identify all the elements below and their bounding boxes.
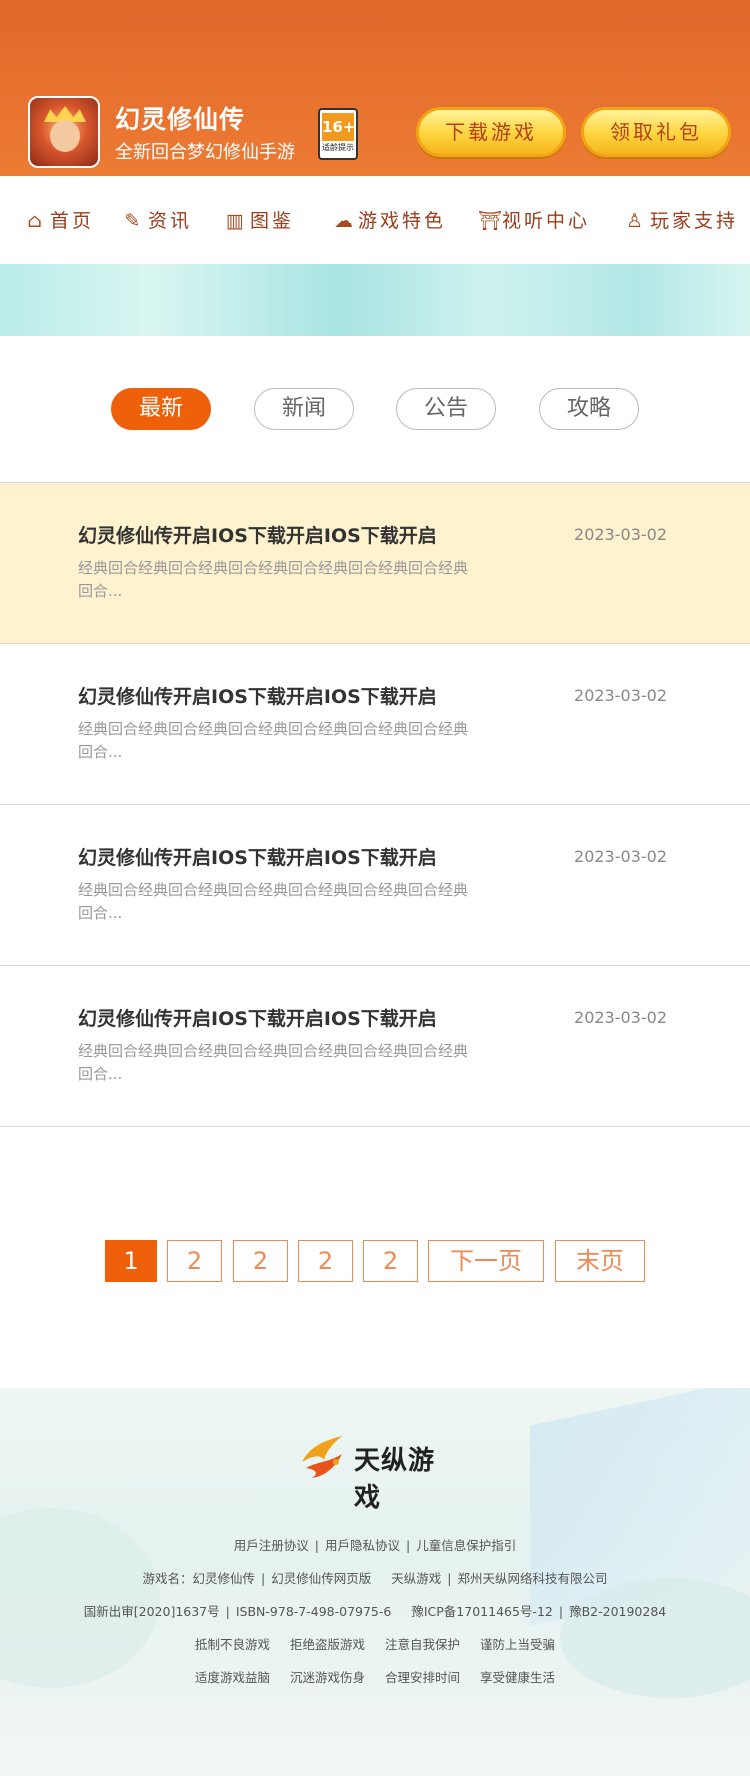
article-date: 2023-03-02: [574, 686, 667, 705]
tab-guides[interactable]: 攻略: [539, 388, 639, 430]
book-icon: ▥: [226, 210, 247, 232]
nav-item-handbook[interactable]: ▥ 图鉴: [226, 206, 294, 234]
cloud-icon: ☁: [334, 210, 356, 232]
article-title[interactable]: 幻灵修仙传开启IOS下载开启IOS下载开启: [78, 843, 437, 870]
nav-item-home[interactable]: ⌂ 首页: [26, 206, 94, 234]
child-protection-link[interactable]: 儿童信息保护指引: [416, 1535, 516, 1554]
article-title[interactable]: 幻灵修仙传开启IOS下载开启IOS下载开启: [78, 521, 437, 548]
article-date: 2023-03-02: [574, 525, 667, 544]
list-item[interactable]: 幻灵修仙传开启IOS下载开启IOS下载开启 2023-03-02 经典回合经典回…: [0, 643, 750, 805]
article-date: 2023-03-02: [574, 847, 667, 866]
person-icon: ♙: [626, 210, 647, 232]
user-agreement-link[interactable]: 用戶注册协议: [234, 1535, 309, 1554]
site-header: 幻灵修仙传 全新回合梦幻修仙手游 16+ 适龄提示 下载游戏 领取礼包: [0, 0, 750, 176]
footer-links: 用戶注册协议 | 用戶隐私协议 | 儿童信息保护指引: [0, 1535, 750, 1554]
site-footer: 天纵游戏 用戶注册协议 | 用戶隐私协议 | 儿童信息保护指引 游戏名：幻灵修仙传 | 幻灵…: [0, 1388, 750, 1776]
tab-latest[interactable]: 最新: [111, 388, 211, 430]
phoenix-logo-icon: [302, 1436, 342, 1478]
page-button[interactable]: 2: [233, 1240, 288, 1282]
brand-name: 天纵游戏: [354, 1446, 436, 1513]
app-subtitle: 全新回合梦幻修仙手游: [115, 142, 295, 163]
brand-logo[interactable]: 天纵游戏: [296, 1432, 456, 1513]
list-item[interactable]: 幻灵修仙传开启IOS下载开启IOS下载开启 2023-03-02 经典回合经典回…: [0, 482, 750, 644]
footer-health-notice: 适度游戏益脑 沉迷游戏伤身 合理安排时间 享受健康生活: [194, 1670, 556, 1685]
page-button[interactable]: 2: [363, 1240, 418, 1282]
footer-license-info: 国新出审[2020]1637号 | ISBN-978-7-498-07975-6 豫I…: [83, 1604, 667, 1619]
age-rating-badge: 16+ 适龄提示: [318, 108, 358, 160]
tab-announcements[interactable]: 公告: [396, 388, 496, 430]
list-item[interactable]: 幻灵修仙传开启IOS下载开启IOS下载开启 2023-03-02 经典回合经典回…: [0, 804, 750, 966]
decorative-banner: [0, 264, 750, 336]
page-button[interactable]: 2: [167, 1240, 222, 1282]
article-summary: 经典回合经典回合经典回合经典回合经典回合经典回合经典回合...: [78, 720, 469, 761]
article-title[interactable]: 幻灵修仙传开启IOS下载开启IOS下载开启: [78, 682, 437, 709]
gate-icon: ⛩: [478, 210, 506, 232]
list-item[interactable]: 幻灵修仙传开启IOS下载开启IOS下载开启 2023-03-02 经典回合经典回…: [0, 965, 750, 1127]
claim-gift-button[interactable]: 领取礼包: [581, 107, 731, 157]
home-icon: ⌂: [27, 210, 45, 232]
last-page-button[interactable]: 末页: [555, 1240, 645, 1282]
character-face: [50, 120, 80, 152]
page-button[interactable]: 2: [298, 1240, 353, 1282]
page-button-current[interactable]: 1: [105, 1240, 157, 1282]
scroll-icon: ✎: [124, 210, 144, 232]
article-summary: 经典回合经典回合经典回合经典回合经典回合经典回合经典回合...: [78, 559, 469, 600]
age-rating-number: 16+: [322, 113, 355, 141]
age-rating-note: 适龄提示: [322, 143, 354, 152]
download-game-button[interactable]: 下载游戏: [416, 107, 566, 157]
nav-item-news[interactable]: ✎ 资讯: [124, 206, 192, 234]
article-title[interactable]: 幻灵修仙传开启IOS下载开启IOS下载开启: [78, 1004, 437, 1031]
article-summary: 经典回合经典回合经典回合经典回合经典回合经典回合经典回合...: [78, 881, 469, 922]
next-page-button[interactable]: 下一页: [428, 1240, 544, 1282]
footer-health-notice: 抵制不良游戏 拒绝盗版游戏 注意自我保护 谨防上当受骗: [194, 1637, 556, 1652]
tab-news[interactable]: 新闻: [254, 388, 354, 430]
app-icon[interactable]: [28, 96, 100, 168]
app-title: 幻灵修仙传: [115, 105, 246, 134]
footer-company-info: 游戏名：幻灵修仙传 | 幻灵修仙传网页版 天纵游戏 | 郑州天纵网络科技有限公司: [142, 1571, 608, 1586]
nav-item-features[interactable]: ☁ 游戏特色: [334, 206, 446, 234]
article-date: 2023-03-02: [574, 1008, 667, 1027]
list-divider: [0, 1126, 750, 1127]
nav-item-support[interactable]: ♙ 玩家支持: [626, 206, 738, 234]
main-nav: ⌂ 首页 ✎ 资讯 ▥ 图鉴 ☁ 游戏特色 ⛩视听中心 ♙ 玩家支持: [0, 176, 750, 264]
nav-item-media[interactable]: ⛩视听中心: [478, 206, 590, 234]
privacy-policy-link[interactable]: 用戶隐私协议: [325, 1535, 400, 1554]
article-summary: 经典回合经典回合经典回合经典回合经典回合经典回合经典回合...: [78, 1042, 469, 1083]
